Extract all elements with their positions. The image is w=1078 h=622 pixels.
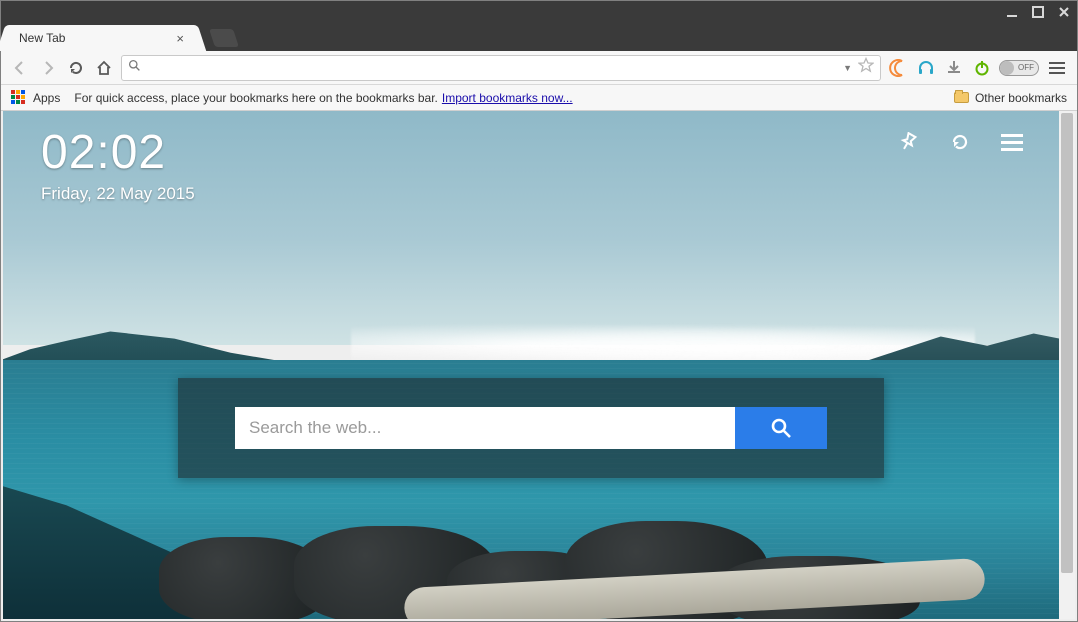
folder-icon: [954, 92, 969, 103]
extension-crescent-icon[interactable]: [887, 57, 909, 79]
browser-window: New Tab × ▼: [0, 0, 1078, 622]
clock-date: Friday, 22 May 2015: [41, 184, 195, 204]
search-button[interactable]: [735, 407, 827, 449]
omnibox-dropdown-icon[interactable]: ▼: [843, 63, 852, 73]
close-window-button[interactable]: [1051, 1, 1077, 23]
pin-icon[interactable]: [897, 131, 919, 153]
search-panel: [178, 378, 884, 478]
new-tab-page: 02:02 Friday, 22 May 2015: [3, 111, 1059, 619]
address-bar[interactable]: ▼: [121, 55, 881, 81]
browser-menu-button[interactable]: [1045, 56, 1069, 80]
bookmark-star-icon[interactable]: [858, 57, 874, 78]
scrollbar-thumb[interactable]: [1061, 113, 1073, 573]
clock-widget: 02:02 Friday, 22 May 2015: [41, 125, 195, 204]
apps-grid-icon: [11, 90, 27, 106]
page-menu-icon[interactable]: [1001, 131, 1023, 153]
search-icon: [770, 417, 792, 439]
new-tab-button[interactable]: [209, 29, 239, 47]
toggle-knob-icon: [1000, 61, 1014, 75]
close-tab-icon[interactable]: ×: [176, 32, 184, 45]
tab-strip: New Tab ×: [1, 23, 1077, 51]
extension-download-icon[interactable]: [943, 57, 965, 79]
window-titlebar: [1, 1, 1077, 23]
maximize-button[interactable]: [1025, 1, 1051, 23]
page-viewport: 02:02 Friday, 22 May 2015: [1, 111, 1077, 621]
search-box: [235, 407, 827, 449]
apps-link[interactable]: Apps: [33, 91, 60, 105]
url-input[interactable]: [147, 60, 837, 75]
home-button[interactable]: [93, 57, 115, 79]
toggle-label: OFF: [1014, 63, 1038, 72]
tab-title: New Tab: [19, 31, 176, 45]
minimize-button[interactable]: [999, 1, 1025, 23]
extension-headphones-icon[interactable]: [915, 57, 937, 79]
search-icon: [128, 59, 141, 77]
reload-button[interactable]: [65, 57, 87, 79]
forward-button[interactable]: [37, 57, 59, 79]
vertical-scrollbar[interactable]: [1059, 111, 1075, 619]
extension-power-icon[interactable]: [971, 57, 993, 79]
back-button[interactable]: [9, 57, 31, 79]
search-input[interactable]: [235, 407, 735, 449]
clock-time: 02:02: [41, 125, 195, 180]
page-actions: [897, 131, 1023, 153]
bookmarks-bar: Apps For quick access, place your bookma…: [1, 85, 1077, 111]
import-bookmarks-link[interactable]: Import bookmarks now...: [442, 91, 573, 105]
tab-active[interactable]: New Tab ×: [9, 25, 194, 51]
navigation-toolbar: ▼ OFF: [1, 51, 1077, 85]
bookmarks-hint: For quick access, place your bookmarks h…: [74, 91, 438, 105]
extension-toggle[interactable]: OFF: [999, 60, 1039, 76]
refresh-icon[interactable]: [949, 131, 971, 153]
other-bookmarks-link[interactable]: Other bookmarks: [975, 91, 1067, 105]
